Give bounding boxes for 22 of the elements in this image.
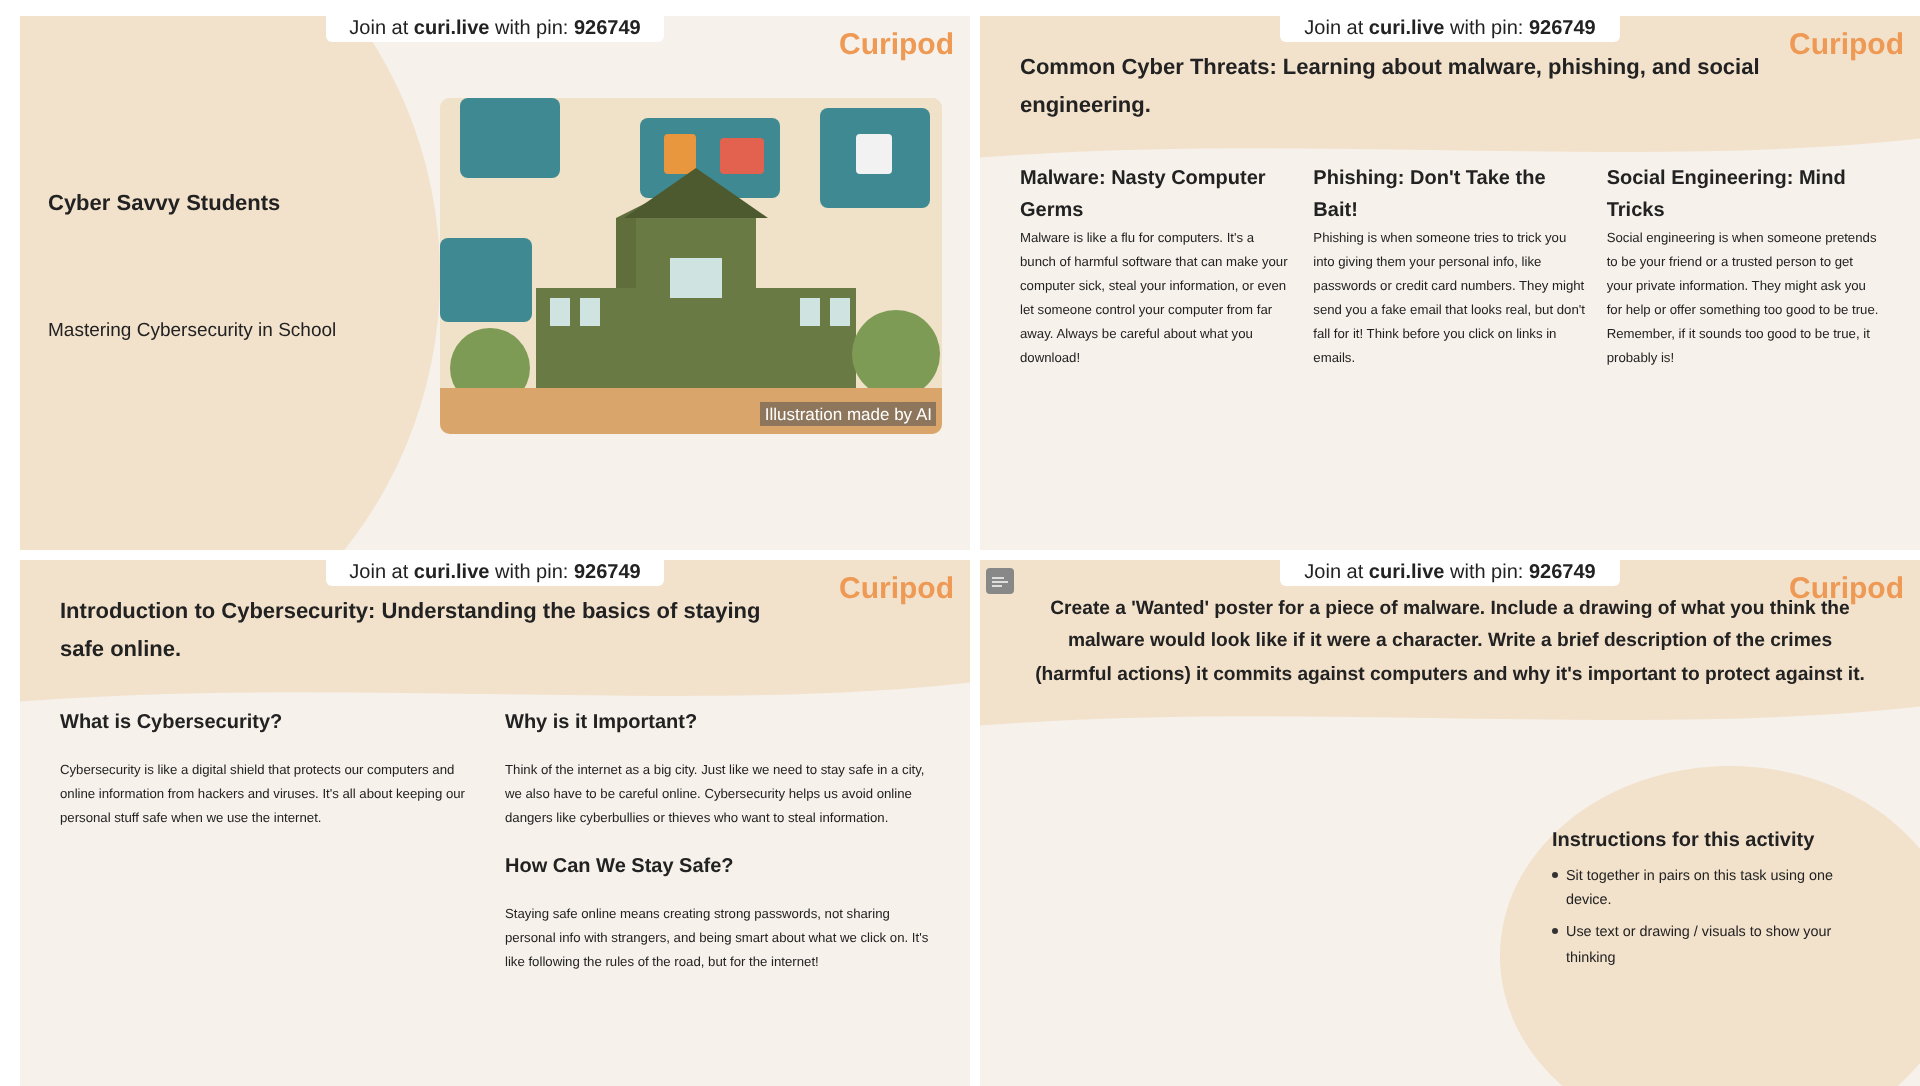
section-heading: What is Cybersecurity? (60, 710, 285, 739)
join-pin-banner: Join at curi.live with pin: 926749 (1280, 560, 1620, 586)
section-heading: Why is it Important? (505, 710, 700, 739)
bullet-dot (1552, 928, 1558, 935)
note-icon (986, 568, 1014, 594)
join-pin-banner: Join at curi.live with pin: 926749 (1280, 16, 1620, 42)
image-caption: Illustration made by AI (760, 402, 936, 426)
bullet-dot (1552, 872, 1558, 878)
slide-title: Common Cyber Threats: Learning about malware, phishing, and social engineering. (1020, 54, 1760, 122)
section-heading: Malware: Nasty Computer Germs (1020, 166, 1268, 227)
join-pin-banner: Join at curi.live with pin: 926749 (325, 16, 665, 42)
section-heading: Social Engineering: Mind Tricks (1606, 166, 1848, 227)
section-heading: Phishing: Don't Take the Bait! (1313, 166, 1548, 227)
slide-title: Cyber Savvy Students (48, 191, 283, 215)
instructions-heading: Instructions for this activity (1552, 830, 1817, 852)
logo: Curipod (839, 28, 954, 62)
logo: Curipod (1789, 28, 1904, 62)
slide-subtitle: Mastering Cybersecurity in School (48, 319, 339, 341)
slide-title: Introduction to Cybersecurity: Understanding the basics of staying safe online. (60, 598, 763, 666)
logo: Curipod (839, 572, 954, 606)
join-pin-banner: Join at curi.live with pin: 926749 (325, 560, 665, 586)
section-heading: How Can We Stay Safe? (505, 853, 736, 882)
